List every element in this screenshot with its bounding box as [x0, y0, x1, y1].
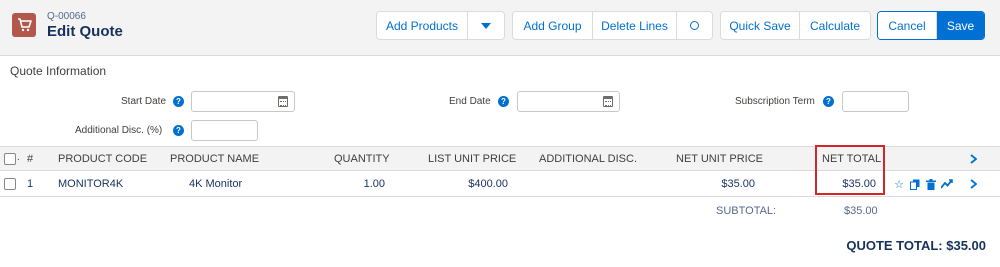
- page-header: Q-00066 Edit Quote Add Products Add Grou…: [0, 0, 1000, 56]
- chevron-right-icon[interactable]: [963, 150, 983, 168]
- start-date-label: Start Date: [121, 96, 167, 107]
- add-group-button[interactable]: Add Group: [513, 12, 593, 39]
- end-date-label: End Date: [449, 96, 491, 107]
- col-number: #: [27, 153, 34, 165]
- page-title: Edit Quote: [47, 23, 123, 40]
- calendar-icon[interactable]: [603, 96, 613, 107]
- row-number: 1: [27, 178, 34, 190]
- col-additional-disc: ADDITIONAL DISC.: [539, 153, 637, 165]
- record-number: Q-00066: [47, 11, 86, 22]
- add-products-group: Add Products: [376, 11, 505, 40]
- col-quantity: QUANTITY: [334, 153, 390, 165]
- copy-icon[interactable]: [909, 178, 921, 190]
- chevron-right-icon[interactable]: [963, 175, 983, 193]
- line-actions-group: Add Group Delete Lines: [512, 11, 713, 40]
- select-all-menu[interactable]: .: [17, 152, 20, 163]
- save-actions-group: Cancel Save: [877, 11, 985, 40]
- col-product-code: PRODUCT CODE: [58, 153, 148, 165]
- delete-lines-button[interactable]: Delete Lines: [593, 12, 677, 39]
- net-total-highlight: [815, 145, 885, 195]
- cart-icon: [12, 13, 36, 37]
- product-name-cell: 4K Monitor: [189, 178, 243, 190]
- subscription-term-label: Subscription Term: [735, 96, 815, 107]
- start-date-field[interactable]: [191, 91, 295, 112]
- help-icon[interactable]: ?: [173, 125, 184, 136]
- cancel-button[interactable]: Cancel: [878, 12, 937, 39]
- list-unit-price-cell: $400.00: [468, 178, 508, 190]
- circle-icon: [690, 21, 699, 30]
- additional-disc-field[interactable]: [191, 120, 258, 141]
- circle-button[interactable]: [677, 12, 712, 39]
- quote-total: QUOTE TOTAL: $35.00: [846, 238, 986, 253]
- quantity-cell[interactable]: 1.00: [320, 178, 385, 190]
- trash-icon[interactable]: [925, 178, 937, 190]
- chevron-down-icon: [481, 22, 491, 29]
- add-products-dropdown-button[interactable]: [468, 12, 504, 39]
- help-icon[interactable]: ?: [498, 96, 509, 107]
- col-list-unit-price: LIST UNIT PRICE: [428, 153, 517, 165]
- additional-disc-label: Additional Disc. (%): [75, 125, 163, 136]
- row-actions: ☆: [893, 178, 953, 191]
- star-icon[interactable]: ☆: [893, 178, 905, 191]
- row-checkbox[interactable]: [4, 178, 16, 190]
- subscription-term-field[interactable]: [842, 91, 909, 112]
- trend-icon[interactable]: [941, 178, 953, 190]
- quick-save-button[interactable]: Quick Save: [721, 12, 800, 39]
- col-net-unit-price: NET UNIT PRICE: [676, 153, 763, 165]
- calc-actions-group: Quick Save Calculate: [720, 11, 871, 40]
- calendar-icon[interactable]: [278, 96, 288, 107]
- net-unit-price-cell: $35.00: [721, 178, 755, 190]
- product-code-cell: MONITOR4K: [58, 178, 124, 190]
- section-title: Quote Information: [10, 64, 107, 78]
- select-all-checkbox[interactable]: [4, 153, 16, 165]
- add-products-button[interactable]: Add Products: [377, 12, 468, 39]
- save-button[interactable]: Save: [937, 12, 984, 39]
- help-icon[interactable]: ?: [823, 96, 834, 107]
- subtotal-value: $35.00: [844, 205, 878, 217]
- subtotal-label: SUBTOTAL:: [716, 205, 777, 217]
- help-icon[interactable]: ?: [173, 96, 184, 107]
- end-date-field[interactable]: [517, 91, 620, 112]
- col-product-name: PRODUCT NAME: [170, 153, 260, 165]
- calculate-button[interactable]: Calculate: [800, 12, 870, 39]
